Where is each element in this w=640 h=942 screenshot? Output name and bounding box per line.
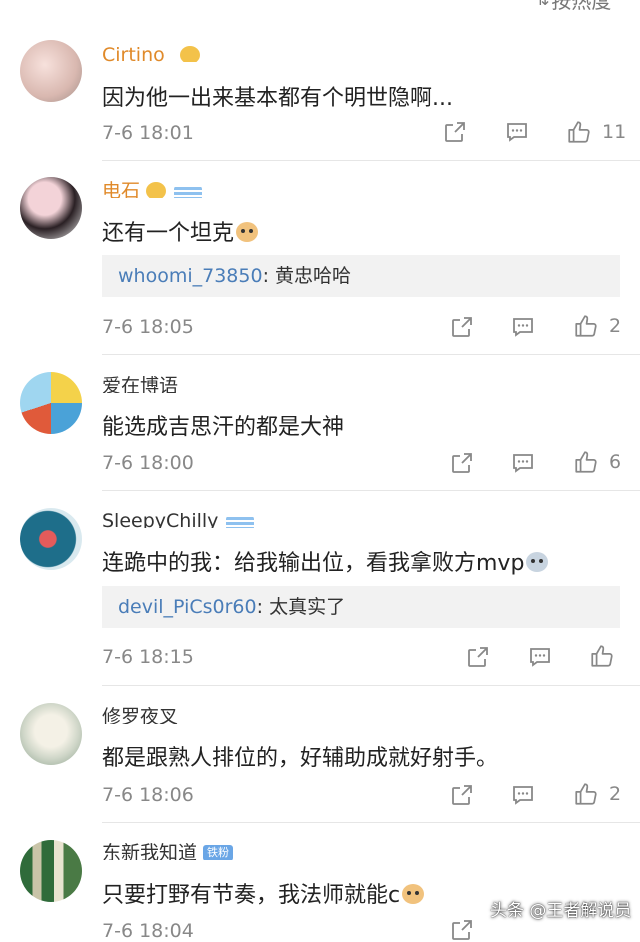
comment-username[interactable]: 修罗夜叉	[102, 702, 178, 724]
comment-time: 7-6 18:01	[102, 122, 194, 144]
comment-time: 7-6 18:15	[102, 646, 194, 668]
level-badge-icon	[146, 182, 167, 198]
member-badge-icon	[174, 186, 203, 198]
avatar[interactable]	[20, 372, 82, 434]
comment-username[interactable]: 东新我知道 铁粉	[102, 838, 234, 860]
reply-username[interactable]: devil_PiCs0r60	[102, 596, 257, 618]
repost-button[interactable]	[450, 451, 474, 475]
reply-text: : 太真实了	[256, 596, 346, 618]
repost-button[interactable]	[450, 783, 474, 807]
member-badge-icon	[226, 516, 255, 528]
cat-emoji-icon	[236, 222, 259, 242]
share-icon	[452, 317, 472, 337]
like-count: 2	[609, 315, 622, 337]
like-count: 2	[609, 783, 622, 805]
thumbs-up-icon	[575, 451, 597, 473]
share-icon	[452, 453, 472, 473]
comment-time: 7-6 18:00	[102, 452, 194, 474]
reply-username[interactable]: whoomi_73850	[102, 265, 263, 287]
level-badge-icon	[180, 46, 201, 62]
comment-icon	[513, 318, 533, 337]
avatar[interactable]	[20, 508, 82, 570]
divider	[102, 685, 640, 686]
repost-button[interactable]	[450, 315, 474, 339]
comment-time: 7-6 18:04	[102, 920, 194, 942]
comment-time: 7-6 18:05	[102, 316, 194, 338]
comment-time: 7-6 18:06	[102, 784, 194, 806]
repost-button[interactable]	[466, 645, 490, 669]
comment-icon	[530, 648, 550, 667]
comment-username[interactable]: 电石	[102, 176, 203, 198]
comment-text: 只要打野有节奏，我法师就能c	[102, 877, 425, 909]
thumbs-up-icon	[591, 645, 613, 667]
avatar[interactable]	[20, 177, 82, 239]
divider	[102, 354, 640, 355]
avatar[interactable]	[20, 840, 82, 902]
comment-icon	[513, 454, 533, 473]
share-icon	[452, 785, 472, 805]
divider	[102, 160, 640, 161]
comment-icon	[507, 123, 527, 142]
watermark: 头条 @王者解说员	[490, 901, 632, 921]
reply-button[interactable]	[511, 451, 535, 475]
reply-text: : 黄忠哈哈	[262, 265, 352, 287]
thumbs-up-icon	[575, 315, 597, 337]
like-button[interactable]: 11	[566, 119, 626, 145]
fan-badge: 铁粉	[203, 845, 234, 860]
repost-button[interactable]	[450, 918, 474, 942]
reply-button[interactable]	[511, 315, 535, 339]
share-icon	[468, 647, 488, 667]
avatar[interactable]	[20, 40, 82, 102]
like-count: 11	[602, 121, 627, 143]
like-count: 6	[609, 451, 622, 473]
doge-emoji-icon	[402, 884, 425, 904]
divider	[102, 822, 640, 823]
reply-button[interactable]	[505, 120, 529, 144]
husky-emoji-icon	[526, 552, 549, 572]
thumbs-up-icon	[568, 121, 590, 143]
avatar[interactable]	[20, 703, 82, 765]
reply-button[interactable]	[511, 783, 535, 807]
comment-text: 都是跟熟人排位的，好辅助成就好射手。	[102, 746, 499, 771]
comment-icon	[513, 786, 533, 805]
comment-username[interactable]: SleepyChilly	[102, 506, 255, 528]
comment-text: 能选成吉思汗的都是大神	[102, 415, 345, 440]
sort-tab[interactable]: ⇅ 按热度	[536, 0, 611, 13]
reply-preview[interactable]: whoomi_73850: 黄忠哈哈	[102, 255, 620, 297]
like-button[interactable]	[589, 643, 615, 669]
like-button[interactable]: 6	[573, 449, 621, 475]
comment-username[interactable]: 爱在博语	[102, 371, 178, 393]
share-icon	[445, 122, 465, 142]
like-button[interactable]: 2	[573, 313, 621, 339]
share-icon	[452, 920, 472, 940]
reply-preview[interactable]: devil_PiCs0r60: 太真实了	[102, 586, 620, 628]
comment-text: 连跪中的我：给我输出位，看我拿败方mvp	[102, 545, 549, 577]
divider	[102, 490, 640, 491]
thumbs-up-icon	[575, 783, 597, 805]
comment-text: 还有一个坦克	[102, 215, 259, 247]
sort-icon: ⇅	[536, 0, 549, 9]
reply-button[interactable]	[528, 645, 552, 669]
comment-text: 因为他一出来基本都有个明世隐啊...	[102, 86, 453, 111]
comment-username[interactable]: Cirtino_	[102, 40, 201, 62]
like-button[interactable]: 2	[573, 781, 621, 807]
sort-label: 按热度	[551, 0, 612, 13]
repost-button[interactable]	[443, 120, 467, 144]
